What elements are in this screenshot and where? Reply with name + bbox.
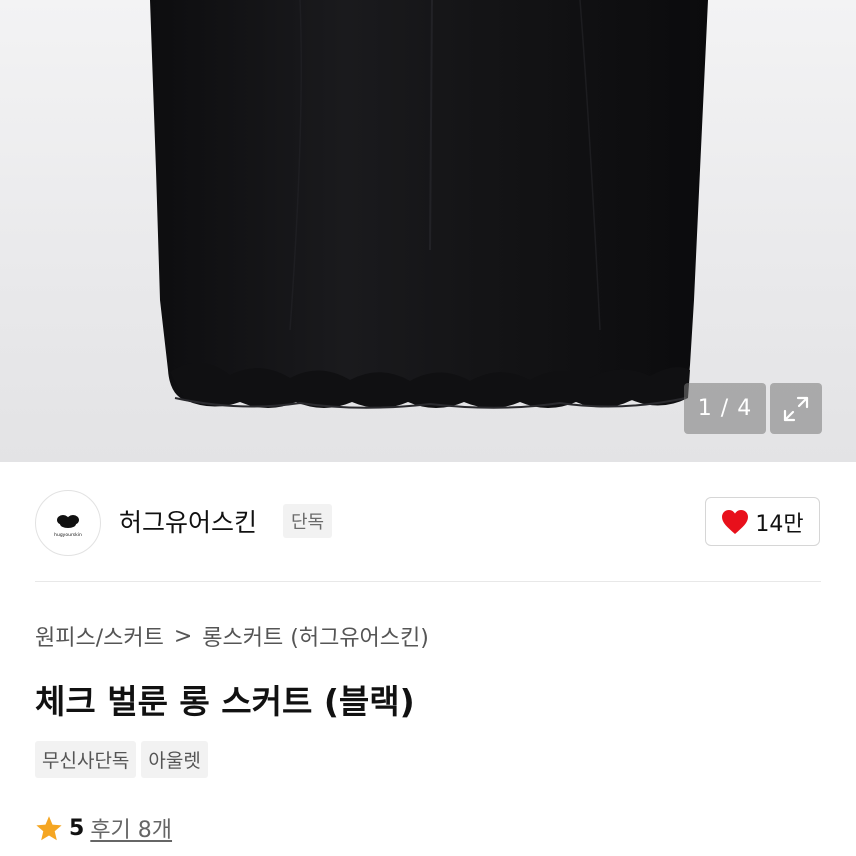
like-button[interactable]: 14만 [705,497,820,546]
breadcrumb: 원피스/스커트 > 롱스커트 (허그유어스킨) [35,620,429,652]
product-image-gallery[interactable]: 1 / 4 [0,0,856,462]
rating-score: 5 [69,815,85,841]
section-divider [35,581,821,582]
expand-image-button[interactable] [770,383,822,434]
like-count: 14만 [755,511,804,537]
product-title: 체크 벌룬 롱 스커트 (블랙) [35,682,415,721]
star-icon [36,815,62,840]
brand-logo-mark: hugyourskin [54,515,82,538]
tag-musinsa-exclusive: 무신사단독 [35,741,137,778]
exclusive-badge: 단독 [283,504,333,538]
heart-icon [722,509,749,534]
tag-outlet: 아울렛 [141,741,208,778]
breadcrumb-subcategory[interactable]: 롱스커트 (허그유어스킨) [202,620,429,652]
brand-logo[interactable]: hugyourskin [35,490,101,556]
product-detail-page: 1 / 4 hugyourskin 허그유어스킨 단독 14만 원피스/스커트 … [0,0,856,856]
brand-name[interactable]: 허그유어스킨 [119,503,257,539]
brand-logo-text: hugyourskin [54,532,82,538]
rating-summary: 5 후기 8개 [35,812,172,844]
breadcrumb-separator: > [173,623,193,649]
review-count-link[interactable]: 후기 8개 [90,812,172,844]
breadcrumb-category[interactable]: 원피스/스커트 [35,620,164,652]
product-tags: 무신사단독 아울렛 [35,741,208,778]
expand-arrows-icon [783,396,809,421]
image-counter: 1 / 4 [684,383,766,434]
